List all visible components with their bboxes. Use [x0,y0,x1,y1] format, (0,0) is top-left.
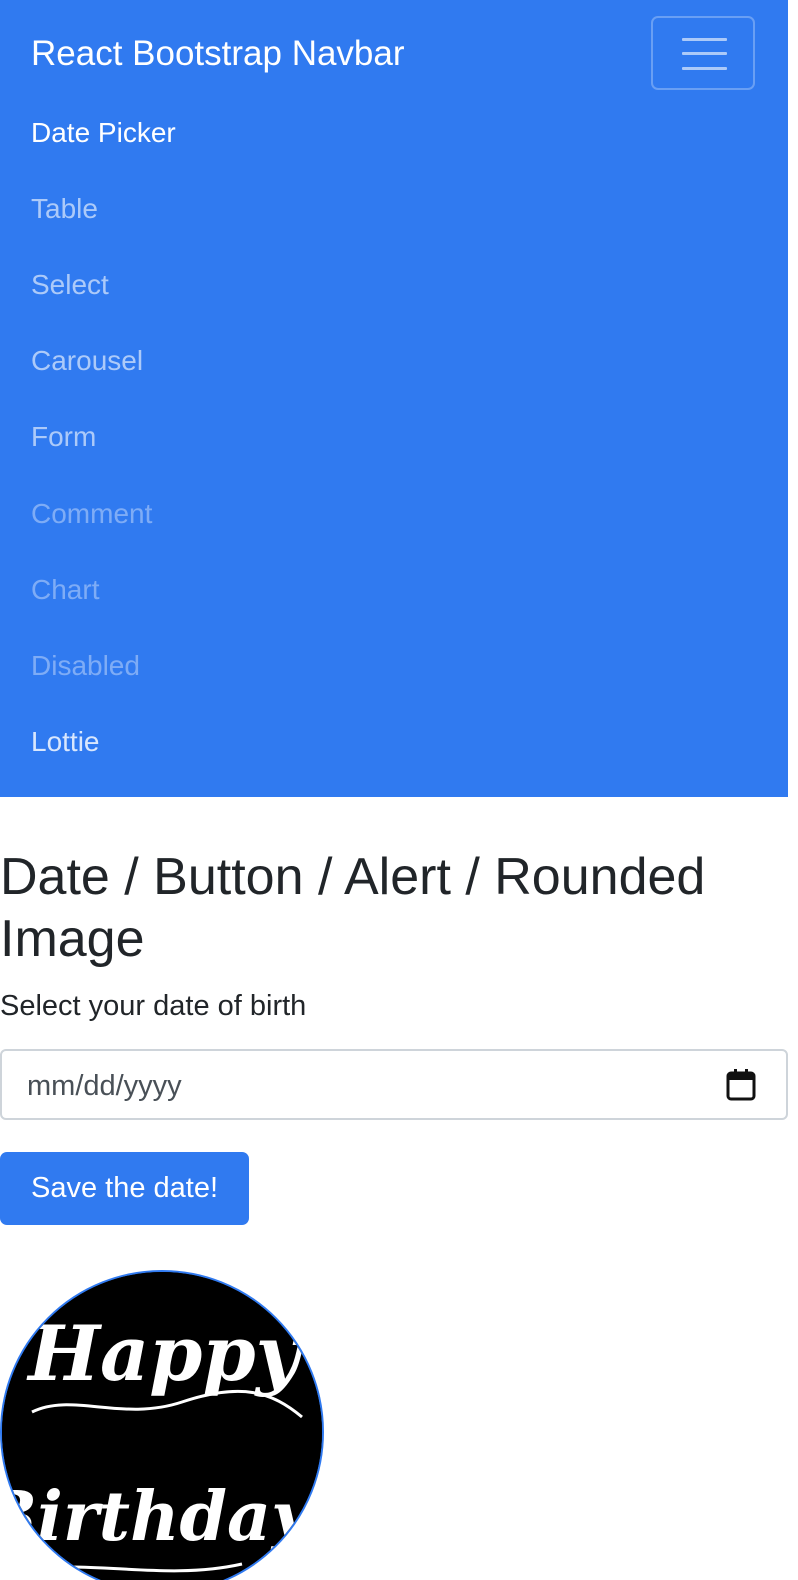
navbar: React Bootstrap Navbar Date Picker Table… [0,0,788,797]
hamburger-menu-icon [682,38,727,41]
navbar-brand[interactable]: React Bootstrap Navbar [31,32,405,76]
navbar-toggler-button[interactable] [651,16,755,90]
date-of-birth-input[interactable]: mm/dd/yyyy [0,1049,788,1120]
happy-birthday-rounded-image: Happy Birthday! [0,1270,324,1580]
nav-link-date-picker[interactable]: Date Picker [31,116,176,150]
nav-link-lottie[interactable]: Lottie [31,725,100,759]
date-of-birth-label: Select your date of birth [0,990,307,1022]
date-input-placeholder: mm/dd/yyyy [27,1070,182,1102]
nav-link-chart: Chart [31,574,100,605]
hamburger-menu-icon-bar [682,52,727,55]
nav-link-form[interactable]: Form [31,420,96,454]
page: React Bootstrap Navbar Date Picker Table… [0,0,798,1580]
nav-link-select[interactable]: Select [31,268,109,302]
image-text-birthday: Birthday! [2,1477,322,1557]
nav-link-disabled: Disabled [31,650,140,681]
image-text-happy: Happy [26,1309,304,1398]
page-title: Date / Button / Alert / Rounded Image [0,848,706,968]
nav-link-carousel[interactable]: Carousel [31,344,143,378]
hamburger-menu-icon-bar [682,67,727,70]
nav-link-table[interactable]: Table [31,192,98,226]
calendar-icon[interactable] [725,1068,757,1102]
save-the-date-button[interactable]: Save the date! [0,1152,249,1225]
nav-link-comment: Comment [31,498,153,529]
